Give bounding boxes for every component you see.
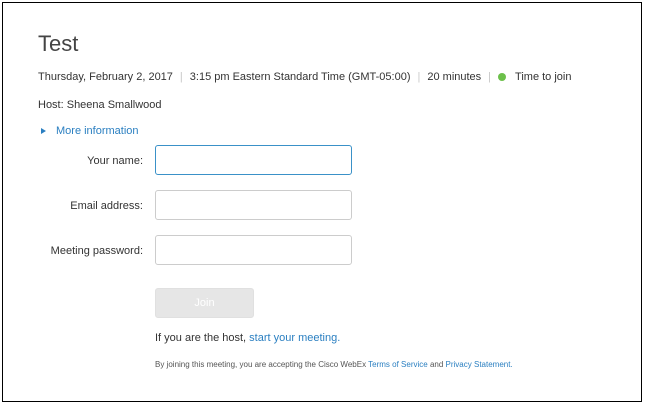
- name-field[interactable]: [155, 145, 352, 175]
- divider: |: [417, 71, 421, 83]
- more-information-label: More information: [56, 125, 139, 137]
- legal-and: and: [427, 360, 446, 369]
- start-meeting-link[interactable]: start your meeting.: [249, 332, 340, 344]
- caret-right-icon: [41, 128, 46, 134]
- meeting-title: Test: [38, 31, 79, 56]
- more-information-link[interactable]: More information: [41, 125, 139, 137]
- host-start-line: If you are the host, start your meeting.: [155, 332, 340, 344]
- password-field[interactable]: [155, 235, 352, 265]
- legal-prefix: By joining this meeting, you are accepti…: [155, 360, 369, 369]
- meeting-host: Host: Sheena Smallwood: [38, 99, 162, 111]
- meeting-status: Time to join: [515, 71, 572, 83]
- status-dot-icon: [498, 73, 507, 81]
- join-button[interactable]: Join: [155, 288, 254, 318]
- join-meeting-panel: Test Thursday, February 2, 2017 | 3:15 p…: [2, 2, 642, 402]
- terms-of-service-link[interactable]: Terms of Service: [368, 360, 428, 369]
- meeting-time: 3:15 pm Eastern Standard Time (GMT-05:00…: [189, 71, 411, 83]
- host-start-prefix: If you are the host,: [155, 332, 250, 344]
- divider: |: [488, 71, 492, 83]
- meeting-date: Thursday, February 2, 2017: [38, 71, 173, 83]
- name-label: Your name:: [87, 155, 143, 167]
- email-label: Email address:: [70, 200, 143, 212]
- divider: |: [179, 71, 183, 83]
- meeting-duration: 20 minutes: [427, 71, 482, 83]
- password-label: Meeting password:: [50, 245, 143, 257]
- privacy-statement-link[interactable]: Privacy Statement.: [446, 360, 513, 369]
- meeting-details: Thursday, February 2, 2017 | 3:15 pm Eas…: [38, 71, 571, 83]
- email-field[interactable]: [155, 190, 352, 220]
- legal-notice: By joining this meeting, you are accepti…: [155, 360, 513, 369]
